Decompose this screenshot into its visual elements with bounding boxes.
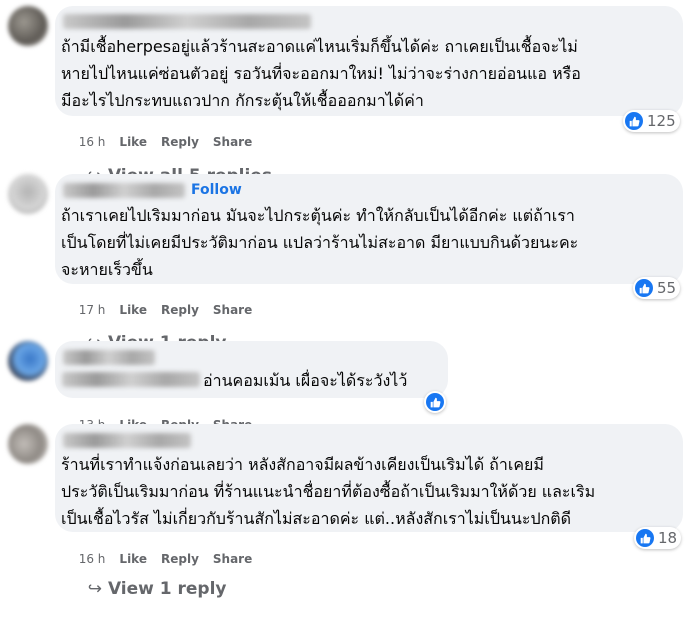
comment-text-line: อ่านคอมเม้น เผื่อจะได้ระวังไว้ [203, 371, 408, 390]
author-name[interactable] [63, 433, 191, 448]
author-name[interactable] [63, 14, 311, 29]
comment-text-line: จะหายเร็วขึ้น [61, 260, 153, 279]
mention-tag[interactable] [62, 372, 200, 387]
reaction-number: 55 [657, 279, 677, 297]
author-name[interactable] [63, 350, 155, 365]
reaction-count[interactable] [424, 391, 446, 413]
comment-text-line: ถ้ามีเชื้อherpesอยู่แล้วร้านสะอาดแค่ไหนเ… [61, 37, 578, 56]
comment-text-line: เป็นเชื้อไวรัส ไม่เกี่ยวกับร้านสักไม่สะอ… [61, 509, 572, 528]
comment-text-line: หายไปไหนแค่ซ่อนตัวอยู่ รอวันที่จะออกมาให… [61, 64, 581, 83]
reaction-number: 125 [647, 112, 676, 130]
thumbs-up-icon [625, 112, 643, 130]
follow-button[interactable]: Follow [191, 182, 242, 198]
view-replies-link[interactable]: ↪View 1 reply [64, 559, 227, 619]
comment-text-line: ถ้าเราเคยไปเริมมาก่อน มันจะไปกระตุ้นค่ะ … [61, 206, 575, 225]
comment-text-line: ร้านที่เราทำแจ้งก่อนเลยว่า หลังสักอาจมีผ… [61, 455, 544, 474]
comment-text-line: มีอะไรไปกระทบแถวปาก กักระตุ้นให้เชื้อออก… [61, 91, 424, 110]
reaction-count[interactable]: 55 [633, 277, 681, 299]
avatar[interactable] [8, 174, 48, 214]
view-replies-label: View 1 reply [107, 579, 227, 599]
avatar[interactable] [8, 341, 48, 381]
author-name[interactable] [63, 183, 185, 198]
reply-arrow-icon: ↪ [87, 579, 102, 599]
avatar[interactable] [8, 424, 48, 464]
avatar[interactable] [8, 6, 48, 46]
thumbs-up-icon [635, 279, 653, 297]
thumbs-up-icon [636, 529, 654, 547]
thumbs-up-icon [426, 393, 444, 411]
reaction-count[interactable]: 125 [623, 110, 680, 132]
comment-text-line: เป็นโดยที่ไม่เคยมีประวัติมาก่อน แปลว่าร้… [61, 233, 579, 252]
reaction-count[interactable]: 18 [634, 527, 682, 549]
comment-text-line: ประวัติเป็นเริมมาก่อน ที่ร้านแนะนำชื่อยา… [61, 482, 596, 501]
reaction-number: 18 [658, 529, 678, 547]
